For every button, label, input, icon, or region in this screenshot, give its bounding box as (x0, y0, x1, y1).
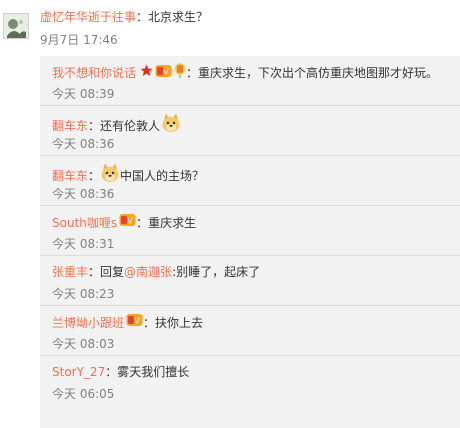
reply-text: 中国人的主场？ (120, 168, 205, 183)
reply-timestamp: 今天 08:03 (52, 337, 115, 351)
svg-text:V: V (134, 317, 140, 326)
reply-separator: ： (88, 265, 101, 279)
reply-author-link[interactable]: 张重丰 (52, 263, 88, 281)
reply-text: 雾天我们擅长 (117, 365, 190, 379)
reply-timestamp: 今天 08:31 (52, 237, 115, 251)
reply-timestamp: 今天 08:23 (52, 287, 115, 301)
reply-list: 我不想和你说话 V ： 重庆求生，下次出个高仿重庆地图那才好玩。 今天 08:3… (40, 56, 460, 428)
reply-text: 还有伦敦人 (100, 118, 161, 133)
reply-separator: ： (105, 365, 118, 379)
comment-text: 北京求生？ (148, 10, 209, 24)
reply-item: South咖喱s V ： 重庆求生 今天 08:31 (40, 206, 460, 256)
balloon-badge-icon[interactable] (174, 63, 186, 83)
svg-text:V: V (163, 67, 169, 76)
reply-author-link[interactable]: South咖喱s (52, 214, 117, 232)
doge-emoji-icon (100, 163, 120, 188)
reply-text: :别睡了，起床了 (172, 265, 261, 279)
reply-author-link[interactable]: 翻车东 (52, 117, 88, 135)
reply-author-link[interactable]: StorY_27 (52, 363, 105, 381)
reply-separator: ： (186, 66, 199, 80)
reply-separator: ： (143, 315, 156, 330)
vip-badge-icon[interactable]: V (155, 64, 172, 83)
reply-timestamp: 今天 08:36 (52, 137, 115, 151)
reply-item: 翻车东 ： 还有伦敦人 今天 08:36 (40, 106, 460, 156)
star-badge-icon[interactable] (140, 64, 153, 82)
reply-separator: ： (88, 168, 101, 183)
comment-author-link[interactable]: 虚忆年华逝于往事 (40, 10, 136, 24)
reply-timestamp: 今天 08:39 (52, 87, 115, 101)
reply-prefix: 回复 (100, 265, 125, 279)
doge-emoji-icon (161, 113, 181, 138)
reply-item: 兰博坳小跟班 V ： 扶你上去 今天 08:03 (40, 306, 460, 356)
reply-item: 翻车东 ： 中国人的主场？ 今天 08:36 (40, 156, 460, 206)
comment-separator: ： (136, 10, 149, 24)
reply-item: 我不想和你说话 V ： 重庆求生，下次出个高仿重庆地图那才好玩。 今天 08:3… (40, 56, 460, 106)
comment-timestamp: 9月7日 17:46 (40, 33, 118, 47)
reply-text: 重庆求生，下次出个高仿重庆地图那才好玩。 (198, 66, 439, 80)
reply-timestamp: 今天 06:05 (52, 387, 115, 401)
reply-author-link[interactable]: 兰博坳小跟班 (52, 314, 124, 332)
reply-author-link[interactable]: 翻车东 (52, 167, 88, 185)
reply-timestamp: 今天 08:36 (52, 187, 115, 201)
reply-author-link[interactable]: 我不想和你说话 (52, 64, 136, 82)
reply-separator: ： (136, 215, 149, 230)
vip-badge-icon[interactable]: V (126, 313, 143, 332)
mention-link[interactable]: @南迦张 (124, 263, 172, 281)
reply-text: 重庆求生 (148, 215, 197, 230)
reply-text: 扶你上去 (155, 315, 204, 330)
reply-item: StorY_27 ： 雾天我们擅长 今天 06:05 (40, 356, 460, 406)
vip-badge-icon[interactable]: V (119, 213, 136, 232)
reply-item: 张重丰 ： 回复 @南迦张 :别睡了，起床了 今天 08:23 (40, 256, 460, 306)
avatar[interactable] (3, 13, 29, 39)
svg-text:V: V (127, 217, 133, 226)
reply-separator: ： (88, 118, 101, 133)
original-comment: 虚忆年华逝于往事：北京求生？ 9月7日 17:46 (0, 0, 460, 56)
